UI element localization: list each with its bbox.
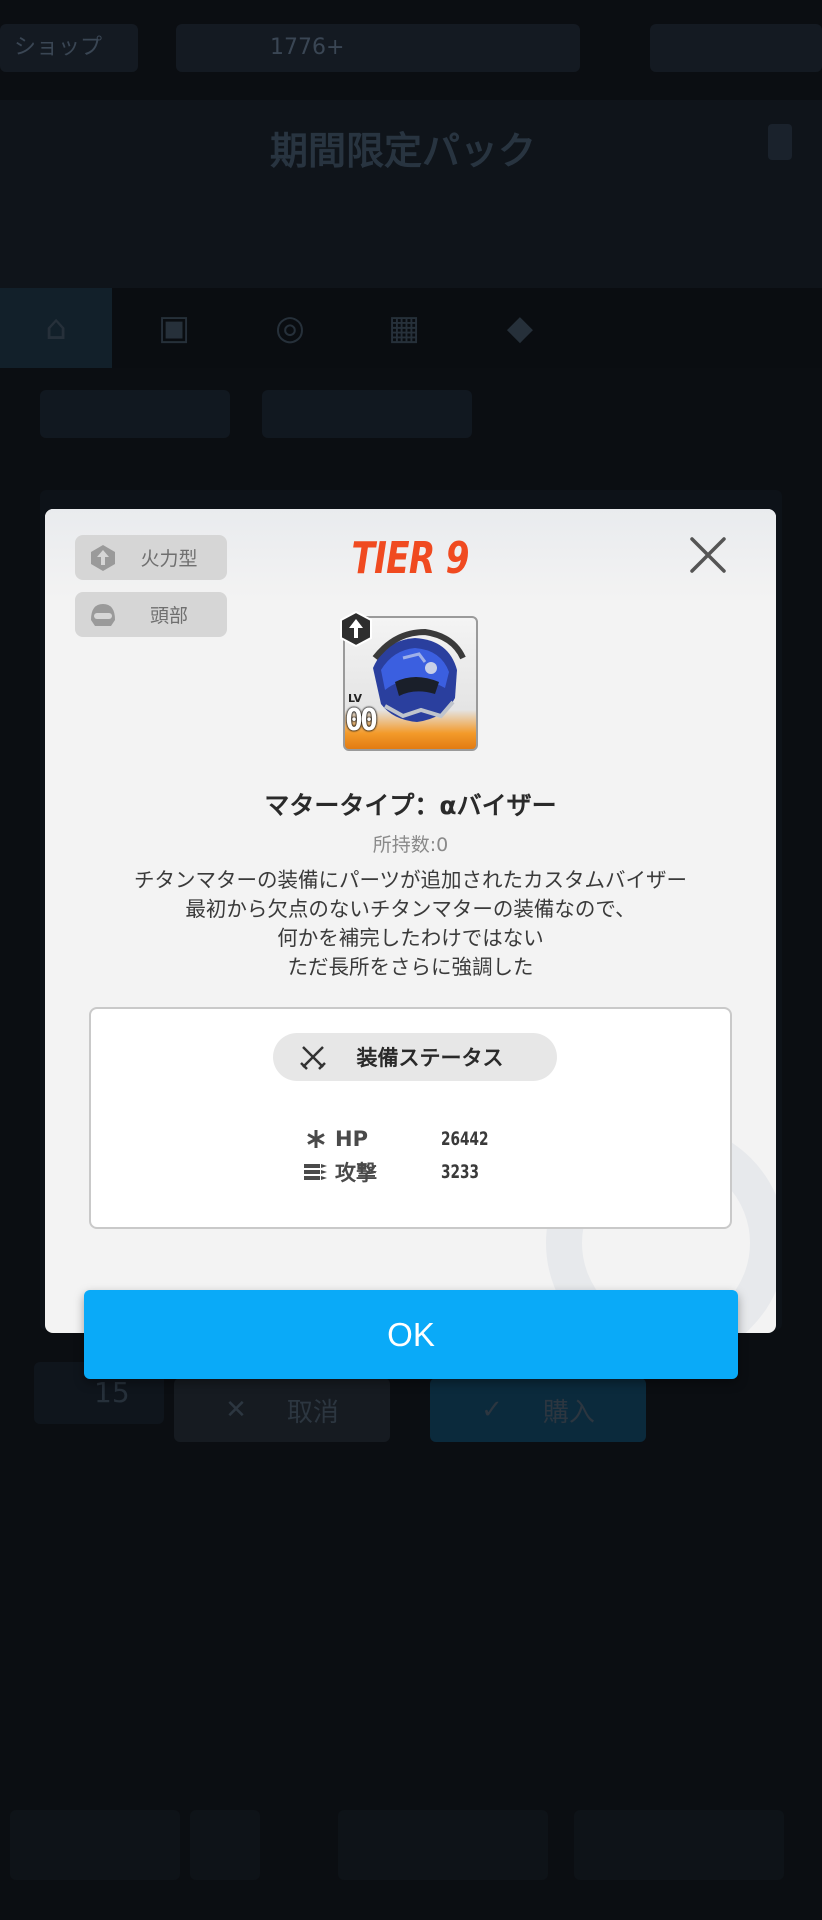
stat-row-hp: HP 26442: [301, 1124, 531, 1154]
ok-button[interactable]: OK: [84, 1290, 738, 1379]
bg-tab-bar: ⌂ ▣ ◎ ▦ ◆: [0, 288, 822, 368]
item-description: チタンマターの装備にパーツが追加されたカスタムバイザー 最初から欠点のないチタン…: [75, 866, 746, 982]
head-part-icon: [81, 592, 125, 637]
bg-tab-home: ⌂: [0, 288, 112, 368]
item-name: マタータイプ：αバイザー: [264, 791, 557, 820]
item-owned-count: 所持数:0: [372, 834, 449, 856]
bg-bottom-bar: [0, 1800, 822, 1890]
bg-filter-chip-1: [40, 390, 230, 438]
bg-buy-label: 購入: [542, 1397, 595, 1428]
bg-tab-crest: ◆: [506, 308, 534, 348]
hp-icon: [301, 1128, 331, 1150]
ok-button-label: OK: [387, 1315, 435, 1353]
bg-tab-target: ◎: [275, 308, 305, 348]
bg-currency-value: 1776+: [270, 35, 345, 60]
type-chip-label: 頭部: [149, 605, 188, 627]
item-description-line: 何かを補完したわけではない: [277, 926, 544, 950]
bg-currency-bar: 1776+: [176, 24, 580, 72]
bg-shop-label: ショップ: [0, 24, 138, 72]
bg-banner-title: 期間限定パック: [270, 129, 537, 173]
bg-cancel-button: ✕ 取消: [174, 1378, 390, 1442]
item-description-line: ただ長所をさらに強調した: [287, 955, 534, 979]
stat-value: 26442: [441, 1128, 489, 1150]
bg-bottom-item-2: [190, 1810, 260, 1880]
bg-topbar: ショップ 1776+: [0, 24, 822, 80]
attack-icon: [301, 1162, 331, 1182]
bg-bottom-item-3: [338, 1810, 548, 1880]
item-description-line: 最初から欠点のないチタンマターの装備なので、: [185, 897, 636, 921]
stat-label: HP: [335, 1127, 368, 1151]
stat-row-attack: 攻撃 3233: [301, 1157, 531, 1187]
bg-filter-chip-2: [262, 390, 472, 438]
item-level: 00: [345, 703, 378, 738]
item-description-line: チタンマターの装備にパーツが追加されたカスタムバイザー: [133, 868, 688, 892]
stat-label: 攻撃: [335, 1161, 377, 1185]
stat-value: 3233: [441, 1161, 480, 1183]
bg-buy-button: ✓ 購入: [430, 1378, 646, 1442]
bg-price-value: 15: [94, 1376, 130, 1409]
bg-bottom-item-1: [10, 1810, 180, 1880]
bg-bottom-item-4: [574, 1810, 784, 1880]
close-button[interactable]: [684, 531, 732, 579]
bg-tab-gift: ▣: [157, 308, 191, 348]
tier-label: TIER 9: [45, 533, 776, 584]
bg-topbar-right: [650, 24, 822, 72]
firepower-badge-icon: [337, 610, 375, 648]
close-icon: [690, 537, 726, 573]
bg-tab-calendar: ▦: [387, 308, 421, 348]
bg-cancel-label: 取消: [286, 1397, 339, 1428]
type-chip-head: 頭部: [75, 592, 227, 637]
bg-buy-icon: ✓: [481, 1395, 503, 1425]
equipment-status-title: 装備ステータス: [356, 1046, 504, 1070]
equipment-status-header: 装備ステータス: [273, 1033, 557, 1081]
crossed-swords-icon: [283, 1043, 343, 1071]
tier-text: TIER 9: [351, 533, 470, 584]
equipment-status-panel: 装備ステータス HP 26442 攻撃 3233: [89, 1007, 732, 1229]
bg-cancel-icon: ✕: [225, 1395, 247, 1425]
bg-banner-remaining: [768, 124, 792, 160]
bg-banner: 期間限定パック: [0, 100, 822, 290]
item-detail-dialog: 火力型 頭部 TIER 9 LV 00 マタータイプ：αバイザー 所持数:0 チ…: [45, 509, 776, 1333]
